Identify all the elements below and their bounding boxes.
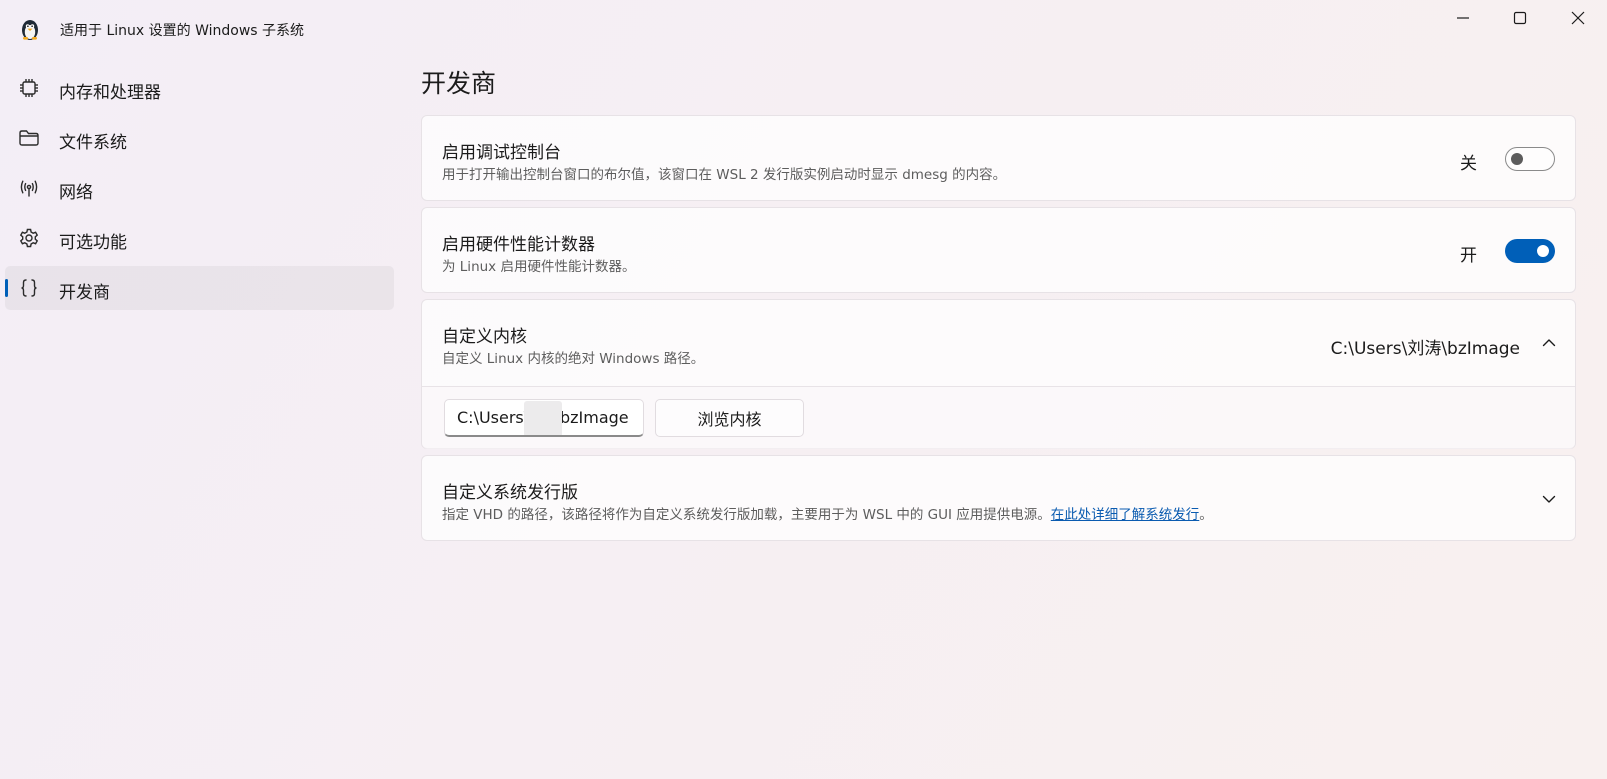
card-description: 自定义 Linux 内核的绝对 Windows 路径。 [442, 351, 705, 367]
sidebar-item-network[interactable]: 网络 [5, 166, 394, 210]
custom-distro-card[interactable]: 自定义系统发行版 指定 VHD 的路径，该路径将作为自定义系统发行版加载，主要用… [421, 455, 1576, 541]
custom-kernel-header[interactable]: 自定义内核 自定义 Linux 内核的绝对 Windows 路径。 C:\Use… [422, 300, 1575, 386]
learn-more-link[interactable]: 在此处详细了解系统发行 [1051, 507, 1200, 523]
sidebar-item-label: 网络 [59, 183, 93, 203]
cpu-icon [18, 77, 40, 99]
toggle-state-label: 关 [1460, 154, 1477, 174]
chevron-down-icon[interactable] [1539, 489, 1559, 509]
window-title: 适用于 Linux 设置的 Windows 子系统 [60, 23, 305, 39]
toggle-state-label: 开 [1460, 246, 1477, 266]
kernel-path-input[interactable]: C:\Users\ \bzImage [444, 399, 644, 437]
card-description: 指定 VHD 的路径，该路径将作为自定义系统发行版加载，主要用于为 WSL 中的… [442, 503, 1213, 523]
braces-icon [18, 277, 40, 299]
maximize-button[interactable] [1497, 0, 1543, 36]
sidebar-item-label: 文件系统 [59, 133, 127, 153]
sidebar-item-label: 内存和处理器 [59, 83, 161, 103]
folder-icon [18, 127, 40, 149]
card-title: 自定义内核 [442, 327, 527, 347]
custom-kernel-card: 自定义内核 自定义 Linux 内核的绝对 Windows 路径。 C:\Use… [421, 299, 1576, 449]
toggle-knob [1537, 245, 1549, 257]
sidebar-item-file-system[interactable]: 文件系统 [5, 116, 394, 160]
debug-console-card: 启用调试控制台 用于打开输出控制台窗口的布尔值，该窗口在 WSL 2 发行版实例… [421, 115, 1576, 201]
antenna-icon [18, 177, 40, 199]
browse-kernel-button[interactable]: 浏览内核 [655, 399, 804, 437]
sidebar-item-developer[interactable]: 开发商 [5, 266, 394, 310]
title-bar: 适用于 Linux 设置的 Windows 子系统 [0, 0, 1607, 60]
sidebar-item-memory-processor[interactable]: 内存和处理器 [5, 66, 394, 110]
card-description-text: 指定 VHD 的路径，该路径将作为自定义系统发行版加载，主要用于为 WSL 中的… [442, 507, 1051, 523]
minimize-button[interactable] [1440, 0, 1486, 36]
selection-indicator [5, 279, 8, 297]
page-title: 开发商 [421, 69, 497, 98]
sidebar-item-label: 开发商 [59, 283, 110, 303]
debug-console-toggle[interactable] [1505, 147, 1555, 171]
maximize-icon [1513, 11, 1527, 25]
minimize-icon [1457, 17, 1469, 19]
gear-icon [18, 227, 40, 249]
sidebar-item-optional-features[interactable]: 可选功能 [5, 216, 394, 260]
toggle-knob [1511, 153, 1523, 165]
card-description: 为 Linux 启用硬件性能计数器。 [442, 259, 636, 275]
sidebar-nav: 内存和处理器 文件系统 网络 可选功能 开发商 [5, 66, 394, 316]
hw-counters-card: 启用硬件性能计数器 为 Linux 启用硬件性能计数器。 开 [421, 207, 1576, 293]
redacted-patch [524, 401, 562, 435]
sidebar-item-label: 可选功能 [59, 233, 127, 253]
hw-counters-toggle[interactable] [1505, 239, 1555, 263]
card-title: 自定义系统发行版 [442, 483, 578, 503]
custom-kernel-body: C:\Users\ \bzImage 浏览内核 [422, 387, 1575, 449]
card-description: 用于打开输出控制台窗口的布尔值，该窗口在 WSL 2 发行版实例启动时显示 dm… [442, 167, 1007, 183]
penguin-icon [18, 17, 42, 41]
card-title: 启用硬件性能计数器 [442, 235, 595, 255]
card-title: 启用调试控制台 [442, 143, 561, 163]
kernel-path-value: C:\Users\刘涛\bzImage [1330, 339, 1520, 359]
chevron-up-icon[interactable] [1539, 333, 1559, 353]
close-icon [1571, 11, 1585, 25]
description-suffix: 。 [1199, 507, 1213, 523]
close-button[interactable] [1555, 0, 1601, 36]
